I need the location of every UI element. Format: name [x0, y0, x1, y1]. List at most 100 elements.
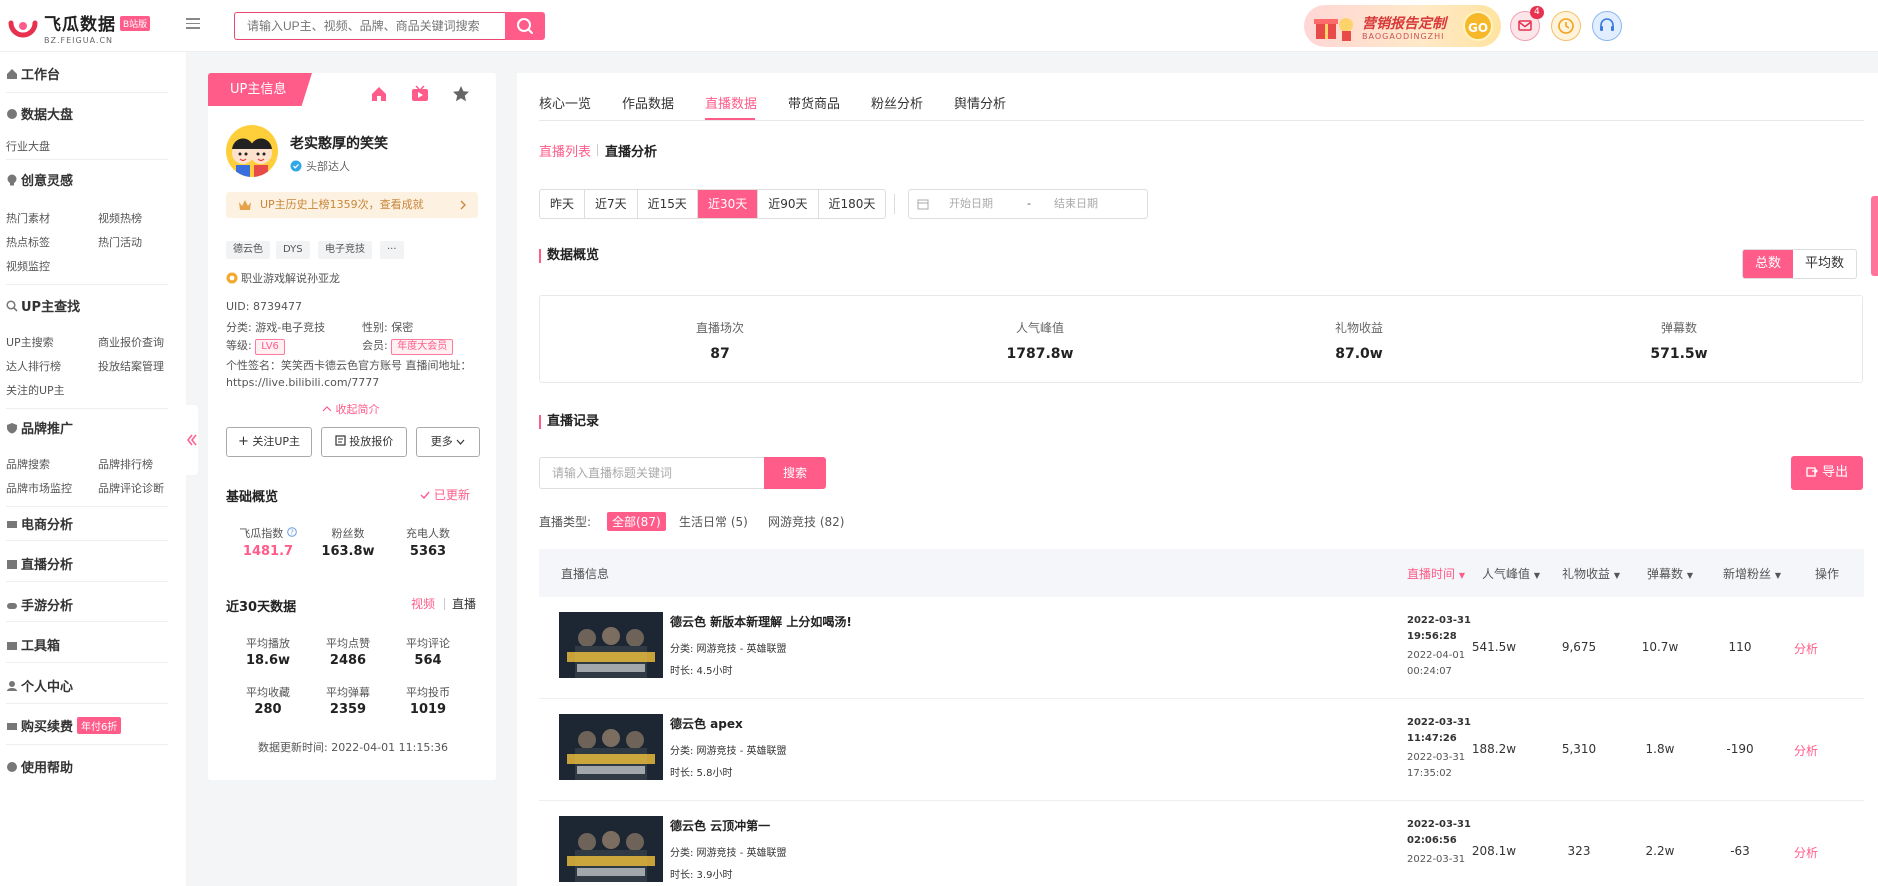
- period-7d[interactable]: 近7天: [585, 190, 638, 218]
- records-title: 直播记录: [539, 415, 599, 429]
- sidebar-item-campaign[interactable]: 投放结案管理: [98, 358, 164, 374]
- th-peak[interactable]: 人气峰值 ▼: [1482, 565, 1540, 582]
- sidebar-item-hot-material[interactable]: 热门素材: [6, 210, 50, 226]
- banner-go-button[interactable]: GO: [1463, 11, 1493, 41]
- right-drawer-handle[interactable]: [1871, 196, 1878, 276]
- notice-text: UP主历史上榜1359次，查看成就: [260, 198, 424, 211]
- analyze-link[interactable]: 分析: [1794, 742, 1818, 759]
- date-end[interactable]: 结束日期: [1054, 190, 1098, 218]
- sidebar-item-ecommerce[interactable]: 电商分析: [6, 514, 73, 533]
- sidebar-item-personal[interactable]: 个人中心: [6, 676, 73, 695]
- live-danmaku: 1.8w: [1645, 742, 1675, 756]
- subtab-live-list[interactable]: 直播列表: [539, 141, 591, 160]
- more-button[interactable]: 更多: [416, 427, 480, 457]
- sidebar-item-workbench[interactable]: 工作台: [6, 64, 60, 83]
- tag-more[interactable]: ···: [380, 241, 404, 259]
- support-button[interactable]: [1592, 11, 1622, 41]
- th-gift[interactable]: 礼物收益 ▼: [1562, 565, 1620, 582]
- type-game[interactable]: 网游竞技 (82): [768, 513, 844, 530]
- achievement-notice[interactable]: UP主历史上榜1359次，查看成就: [226, 192, 478, 218]
- analyze-link[interactable]: 分析: [1794, 844, 1818, 861]
- star-icon[interactable]: [452, 85, 470, 103]
- period-30d[interactable]: 近30天: [697, 190, 759, 218]
- sidebar-item-buy[interactable]: 购买续费 年付6折: [6, 716, 122, 735]
- sidebar-item-brand-rank[interactable]: 品牌排行榜: [98, 456, 153, 472]
- live-search-input[interactable]: 请输入直播标题关键词: [539, 457, 765, 489]
- live-thumbnail[interactable]: [559, 714, 663, 780]
- sidebar-item-video-hot[interactable]: 视频热榜: [98, 210, 142, 226]
- sidebar-item-up-search-page[interactable]: UP主搜索: [6, 334, 54, 350]
- tab-up-info[interactable]: UP主信息: [208, 73, 312, 106]
- type-life[interactable]: 生活日常 (5): [679, 513, 748, 530]
- period-90d[interactable]: 近90天: [758, 190, 819, 218]
- sidebar-item-industry-board[interactable]: 行业大盘: [6, 138, 50, 154]
- live-title[interactable]: 德云色 云顶冲第一: [670, 817, 770, 834]
- sidebar-label: 工作台: [21, 68, 61, 83]
- sidebar-label: 品牌推广: [21, 422, 74, 437]
- live-gift: 5,310: [1561, 742, 1597, 756]
- period-180d[interactable]: 近180天: [819, 190, 886, 218]
- date-start[interactable]: 开始日期: [949, 190, 993, 218]
- type-all[interactable]: 全部(87): [607, 512, 666, 531]
- seg-total[interactable]: 总数: [1743, 250, 1794, 278]
- sidebar-item-up-search[interactable]: UP主查找: [6, 296, 80, 315]
- live-title[interactable]: 德云色 新版本新理解 上分如喝汤!: [670, 613, 852, 630]
- report-banner[interactable]: 营销报告定制 BAOGAODINGZHI GO: [1304, 5, 1501, 47]
- live-thumbnail[interactable]: [559, 612, 663, 678]
- live-title[interactable]: 德云色 apex: [670, 715, 743, 732]
- date-range-picker[interactable]: 开始日期 - 结束日期: [908, 189, 1148, 219]
- tab-fans[interactable]: 粉丝分析: [871, 93, 923, 112]
- sidebar-item-live[interactable]: 直播分析: [6, 554, 73, 573]
- sidebar-item-video-monitor[interactable]: 视频监控: [6, 258, 50, 274]
- quote-button[interactable]: 投放报价: [321, 427, 407, 457]
- collapse-intro-link[interactable]: 收起简介: [322, 401, 380, 417]
- tab-live-data[interactable]: 直播数据: [705, 93, 757, 112]
- table-row: 德云色 新版本新理解 上分如喝汤! 分类: 网游竞技 - 英雄联盟 时长: 4.…: [539, 597, 1864, 699]
- sidebar-item-brand-search[interactable]: 品牌搜索: [6, 456, 50, 472]
- sidebar-item-creative[interactable]: 创意灵感: [6, 170, 73, 189]
- th-live-time[interactable]: 直播时间 ▼: [1407, 565, 1465, 582]
- th-danmaku[interactable]: 弹幕数 ▼: [1647, 565, 1693, 582]
- sidebar-item-quote-query[interactable]: 商业报价查询: [98, 334, 164, 350]
- tab-goods[interactable]: 带货商品: [788, 93, 840, 112]
- logo[interactable]: 飞瓜数据 B站版 BZ.FEIGUA.CN: [8, 10, 151, 45]
- level: 等级: LV6: [226, 337, 285, 355]
- video-icon[interactable]: [411, 85, 429, 103]
- period-yesterday[interactable]: 昨天: [540, 190, 586, 218]
- sidebar-item-hot-activity[interactable]: 热门活动: [98, 234, 142, 250]
- tab-core[interactable]: 核心一览: [539, 93, 591, 112]
- sidebar-toggle[interactable]: [186, 405, 198, 475]
- analyze-link[interactable]: 分析: [1794, 640, 1818, 657]
- sidebar-item-data-board[interactable]: 数据大盘: [6, 104, 73, 123]
- global-search-input[interactable]: [234, 12, 506, 40]
- th-new-fans[interactable]: 新增粉丝 ▼: [1723, 565, 1781, 582]
- info-icon[interactable]: ?: [286, 527, 297, 537]
- sidebar-item-brand-monitor[interactable]: 品牌市场监控: [6, 480, 72, 496]
- tab-sentiment[interactable]: 舆情分析: [954, 93, 1006, 112]
- sidebar-item-help[interactable]: 使用帮助: [6, 757, 73, 776]
- seg-average[interactable]: 平均数: [1793, 250, 1856, 278]
- recent-30-title: 近30天数据: [226, 600, 297, 615]
- live-thumbnail[interactable]: [559, 816, 663, 882]
- recent-video-link[interactable]: 视频: [411, 595, 435, 612]
- follow-up-button[interactable]: + 关注UP主: [226, 427, 312, 457]
- home-icon[interactable]: [370, 85, 388, 103]
- sidebar-item-toolbox[interactable]: 工具箱: [6, 635, 60, 654]
- live-peak: 208.1w: [1471, 844, 1517, 858]
- sidebar-item-followed-up[interactable]: 关注的UP主: [6, 382, 65, 398]
- live-search-button[interactable]: 搜索: [764, 457, 826, 489]
- menu-collapse-icon[interactable]: [186, 18, 200, 30]
- period-15d[interactable]: 近15天: [638, 190, 698, 218]
- sidebar-item-brand[interactable]: 品牌推广: [6, 418, 73, 437]
- sidebar-item-hot-tags[interactable]: 热点标签: [6, 234, 50, 250]
- search-button[interactable]: [505, 12, 545, 40]
- export-button[interactable]: 导出: [1791, 456, 1863, 490]
- subtab-live-analysis[interactable]: 直播分析: [605, 141, 657, 160]
- sidebar-item-brand-review[interactable]: 品牌评论诊断: [98, 480, 164, 496]
- sidebar-item-ranking[interactable]: 达人排行榜: [6, 358, 61, 374]
- clock-icon: [1558, 18, 1574, 34]
- sidebar-item-mobile-game[interactable]: 手游分析: [6, 595, 73, 614]
- tab-works[interactable]: 作品数据: [622, 93, 674, 112]
- history-button[interactable]: [1551, 11, 1581, 41]
- recent-live-link[interactable]: 直播: [452, 595, 476, 612]
